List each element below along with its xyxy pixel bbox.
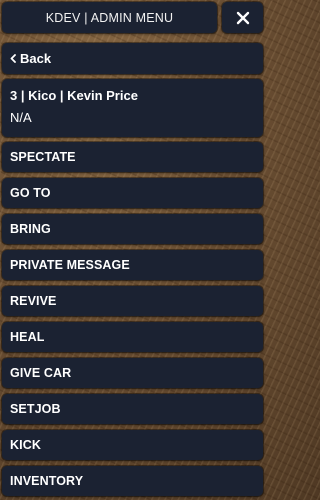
private-message-button[interactable]: PRIVATE MESSAGE: [2, 250, 263, 280]
give-car-button[interactable]: GIVE CAR: [2, 358, 263, 388]
goto-label: GO TO: [10, 186, 51, 200]
private-message-label: PRIVATE MESSAGE: [10, 258, 130, 272]
back-button[interactable]: Back: [2, 43, 263, 74]
chevron-left-icon: [10, 54, 16, 63]
spectate-button[interactable]: SPECTATE: [2, 142, 263, 172]
inventory-label: INVENTORY: [10, 474, 84, 488]
kick-label: KICK: [10, 438, 41, 452]
player-name: 3 | Kico | Kevin Price: [10, 88, 138, 103]
goto-button[interactable]: GO TO: [2, 178, 263, 208]
player-info-card: 3 | Kico | Kevin Price N/A: [2, 79, 263, 137]
revive-label: REVIVE: [10, 294, 57, 308]
back-label: Back: [20, 51, 52, 66]
menu-header: KDEV | ADMIN MENU: [2, 2, 217, 33]
bring-label: BRING: [10, 222, 51, 236]
bring-button[interactable]: BRING: [2, 214, 263, 244]
revive-button[interactable]: REVIVE: [2, 286, 263, 316]
close-icon: [236, 11, 250, 25]
close-button[interactable]: [222, 2, 263, 33]
player-job: N/A: [10, 110, 32, 125]
heal-button[interactable]: HEAL: [2, 322, 263, 352]
spectate-label: SPECTATE: [10, 150, 76, 164]
menu-title: KDEV | ADMIN MENU: [45, 10, 174, 25]
setjob-button[interactable]: SETJOB: [2, 394, 263, 424]
give-car-label: GIVE CAR: [10, 366, 72, 380]
heal-label: HEAL: [10, 330, 45, 344]
inventory-button[interactable]: INVENTORY: [2, 466, 263, 496]
setjob-label: SETJOB: [10, 402, 61, 416]
kick-button[interactable]: KICK: [2, 430, 263, 460]
